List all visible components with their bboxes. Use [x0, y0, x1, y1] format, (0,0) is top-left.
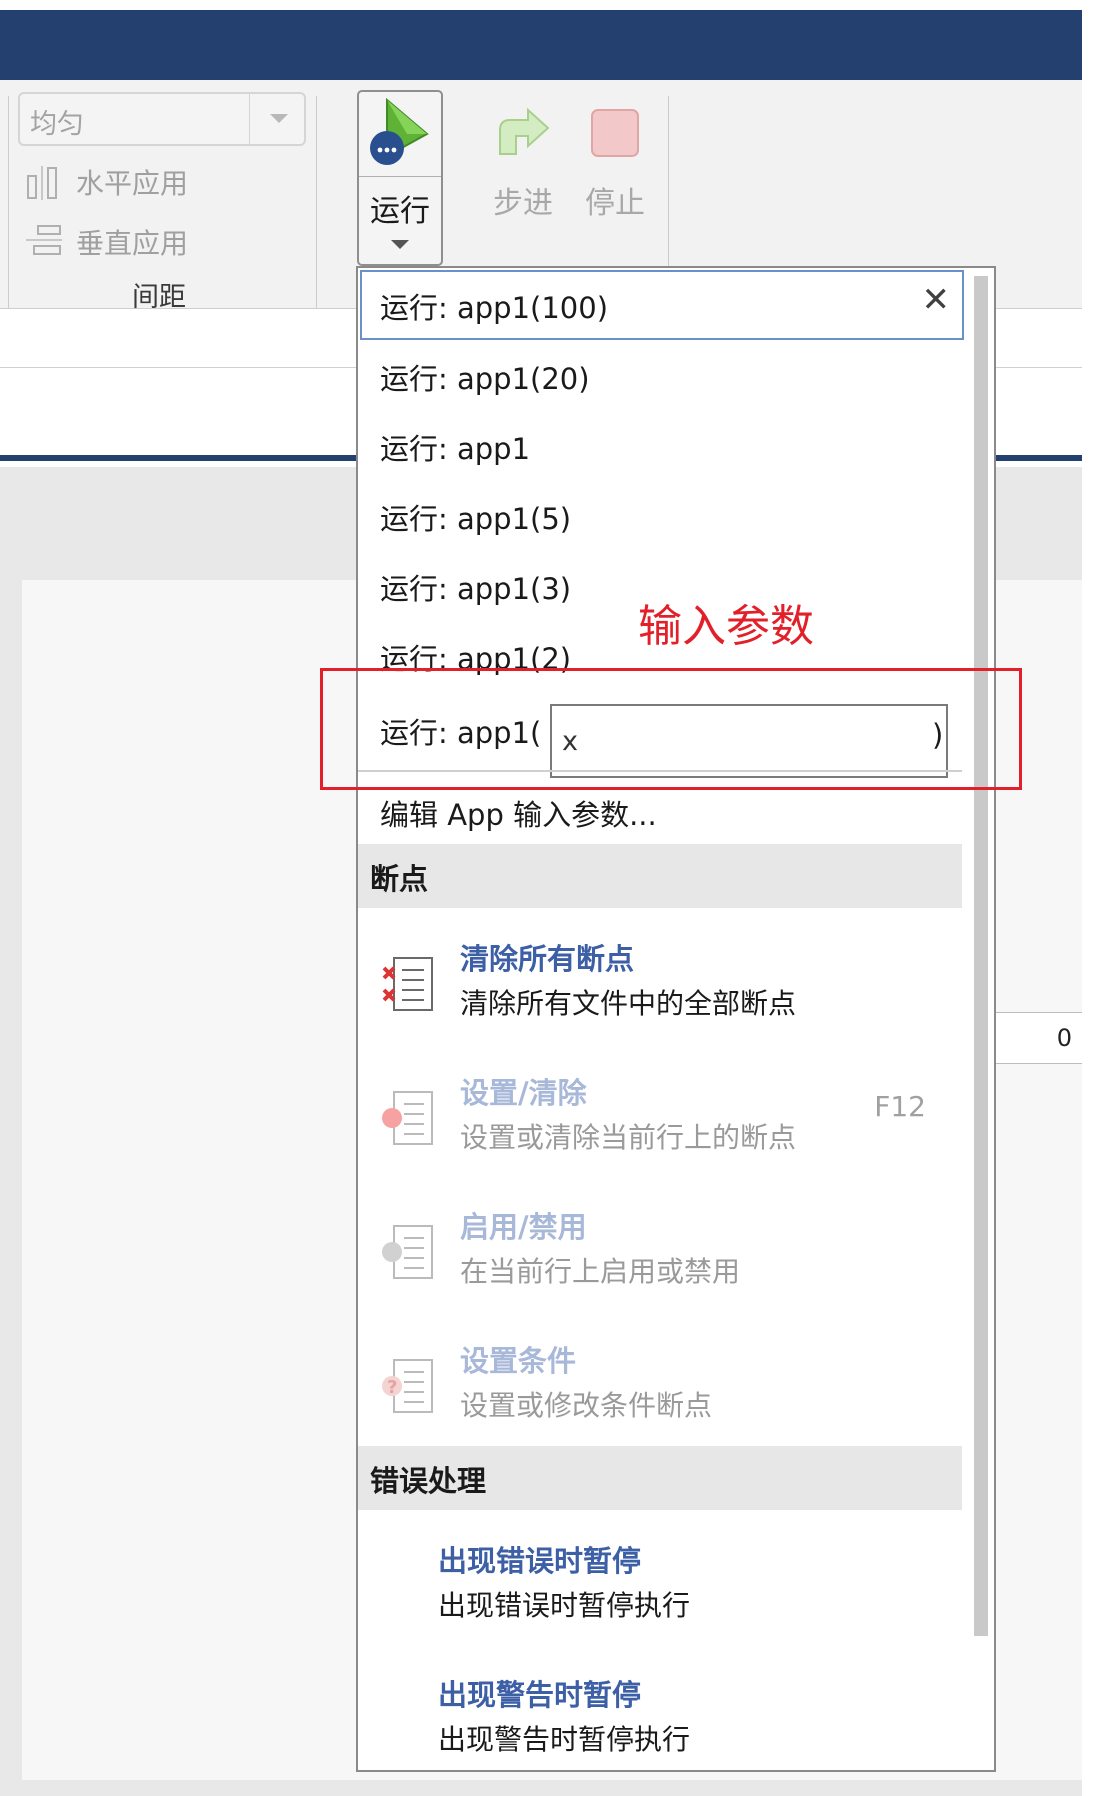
breakpoint-item-title: 启用/禁用 [460, 1210, 587, 1244]
run-history-item[interactable]: 运行: app1(100) ✕ [360, 270, 964, 340]
title-bar [0, 0, 1082, 80]
error-handling-section-header: 错误处理 [358, 1446, 962, 1510]
run-button-split [359, 176, 441, 177]
step-icon [499, 107, 550, 155]
breakpoint-item-title: 清除所有断点 [460, 942, 635, 976]
breakpoint-item-title: 设置条件 [460, 1344, 577, 1378]
error-item-desc: 出现警告时暂停执行 [438, 1723, 691, 1756]
combo-separator [249, 94, 250, 144]
breakpoint-item-desc: 在当前行上启用或禁用 [460, 1255, 741, 1288]
menu-scrollbar[interactable] [974, 276, 988, 1636]
group-divider [316, 96, 317, 308]
group-divider [668, 96, 669, 272]
run-dropdown-menu: 运行: app1(100) ✕ 运行: app1(20) 运行: app1 运行… [356, 266, 996, 1772]
svg-text:?: ? [387, 1377, 397, 1398]
shortcut-key: F12 [874, 1090, 926, 1123]
stop-button[interactable]: 停止 [580, 104, 650, 222]
vertical-spacing-icon [26, 225, 62, 255]
run-button[interactable]: 运行 [357, 90, 443, 266]
annotation-label: 输入参数 [638, 601, 814, 652]
pause-on-error-item[interactable]: 出现错误时暂停 出现错误时暂停执行 [358, 1538, 962, 1658]
conditional-breakpoint-icon: ? [382, 1359, 433, 1413]
group-divider [8, 96, 9, 308]
set-clear-breakpoint-item[interactable]: 设置/清除 设置或清除当前行上的断点 F12 [358, 1070, 962, 1200]
apply-horizontal-button[interactable]: 水平应用 [24, 160, 188, 204]
step-label: 步进 [493, 186, 553, 221]
toggle-breakpoint-icon [382, 1225, 433, 1279]
window-edge [1082, 0, 1118, 1796]
run-history-label: 运行: app1(100) [380, 291, 609, 325]
apply-vertical-button[interactable]: 垂直应用 [24, 220, 188, 264]
breakpoint-item-title: 设置/清除 [460, 1076, 587, 1110]
horizontal-spacing-icon [27, 166, 57, 200]
close-icon[interactable]: ✕ [922, 280, 951, 320]
error-item-title: 出现错误时暂停 [438, 1544, 642, 1578]
pause-on-warning-item[interactable]: 出现警告时暂停 出现警告时暂停执行 [358, 1672, 962, 1792]
step-button[interactable]: 步进 [488, 104, 558, 222]
chevron-down-icon[interactable] [270, 114, 288, 123]
breakpoint-item-desc: 设置或清除当前行上的断点 [460, 1121, 797, 1154]
clear-all-breakpoints-item[interactable]: 清除所有断点 清除所有文件中的全部断点 [358, 936, 962, 1066]
set-breakpoint-icon [382, 1091, 433, 1145]
apply-vertical-label: 垂直应用 [76, 227, 189, 260]
spacing-group-label: 间距 [132, 282, 186, 313]
numeric-field[interactable]: 0 [995, 1012, 1082, 1064]
breakpoints-section-header: 断点 [358, 844, 962, 908]
enable-disable-breakpoint-item[interactable]: 启用/禁用 在当前行上启用或禁用 [358, 1204, 962, 1334]
error-item-title: 出现警告时暂停 [438, 1678, 642, 1712]
run-history-item[interactable]: 运行: app1(5) [380, 496, 571, 538]
run-history-item[interactable]: 运行: app1(20) [380, 356, 590, 398]
chevron-down-icon[interactable] [391, 240, 409, 249]
run-label: 运行 [370, 194, 430, 229]
breakpoint-item-desc: 设置或修改条件断点 [460, 1389, 713, 1422]
spacing-combo[interactable]: 均匀 [18, 92, 306, 146]
stop-label: 停止 [585, 186, 645, 221]
breakpoint-item-desc: 清除所有文件中的全部断点 [460, 987, 797, 1020]
error-item-desc: 出现错误时暂停执行 [438, 1589, 691, 1622]
clear-breakpoints-icon [382, 957, 433, 1011]
edit-app-inputs-item[interactable]: 编辑 App 输入参数... [380, 792, 657, 834]
spacing-combo-value: 均匀 [30, 109, 84, 140]
run-icon [370, 97, 429, 165]
annotation-highlight-box [320, 668, 1022, 790]
run-history-item[interactable]: 运行: app1(3) [380, 566, 571, 608]
run-history-item[interactable]: 运行: app1 [380, 426, 530, 468]
apply-horizontal-label: 水平应用 [76, 167, 189, 200]
stop-icon [591, 109, 639, 157]
